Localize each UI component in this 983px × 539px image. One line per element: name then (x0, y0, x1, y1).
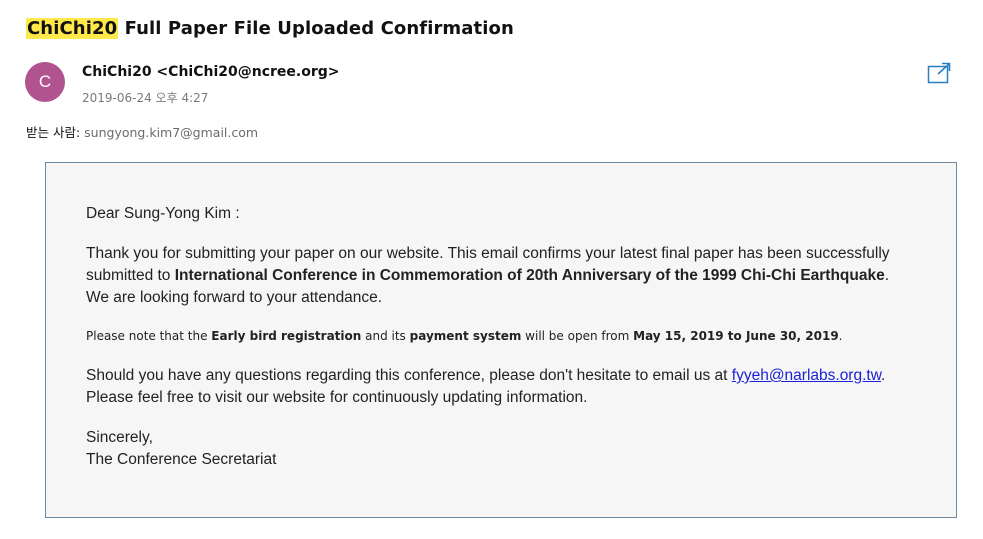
email-subject: ChiChi20 Full Paper File Uploaded Confir… (26, 18, 514, 39)
note-text-c: and its (361, 329, 410, 343)
contact-email-link[interactable]: fyyeh@narlabs.org.tw (732, 367, 881, 384)
popout-button[interactable] (927, 62, 951, 84)
closing: Sincerely, (86, 429, 153, 446)
message-body: Dear Sung-Yong Kim : Thank you for submi… (45, 162, 957, 518)
subject-highlight: ChiChi20 (26, 18, 119, 39)
confirmation-paragraph: Thank you for submitting your paper on o… (86, 243, 916, 309)
sender-avatar: C (25, 62, 65, 102)
note-text-e: . (838, 329, 843, 343)
sender-name[interactable]: ChiChi20 <ChiChi20@ncree.org> (82, 64, 339, 80)
recipients-value[interactable]: sungyong.kim7@gmail.com (84, 125, 258, 140)
note-payment-system: payment system (409, 329, 522, 343)
note-text-a: Please note that the (86, 329, 212, 343)
salutation: Dear Sung-Yong Kim : (86, 205, 240, 222)
note-text-d: will be open from (521, 329, 634, 343)
note-dates: May 15, 2019 to June 30, 2019 (633, 329, 839, 343)
body2-text-a: Should you have any questions regarding … (86, 367, 732, 384)
avatar-letter: C (38, 72, 52, 91)
open-in-new-window-icon (927, 62, 951, 84)
signature: The Conference Secretariat (86, 451, 277, 468)
contact-paragraph: Should you have any questions regarding … (86, 365, 916, 409)
note-early-bird: Early bird registration (211, 329, 362, 343)
conference-name: International Conference in Commemoratio… (174, 267, 885, 284)
recipients-label: 받는 사람: (26, 125, 85, 140)
subject-text: Full Paper File Uploaded Confirmation (118, 18, 514, 39)
recipients-line: 받는 사람: sungyong.kim7@gmail.com (26, 122, 258, 141)
email-date: 2019-06-24 오후 4:27 (82, 91, 209, 105)
message-content: Dear Sung-Yong Kim : Thank you for submi… (86, 203, 916, 471)
registration-note: Please note that the Early bird registra… (86, 327, 916, 345)
